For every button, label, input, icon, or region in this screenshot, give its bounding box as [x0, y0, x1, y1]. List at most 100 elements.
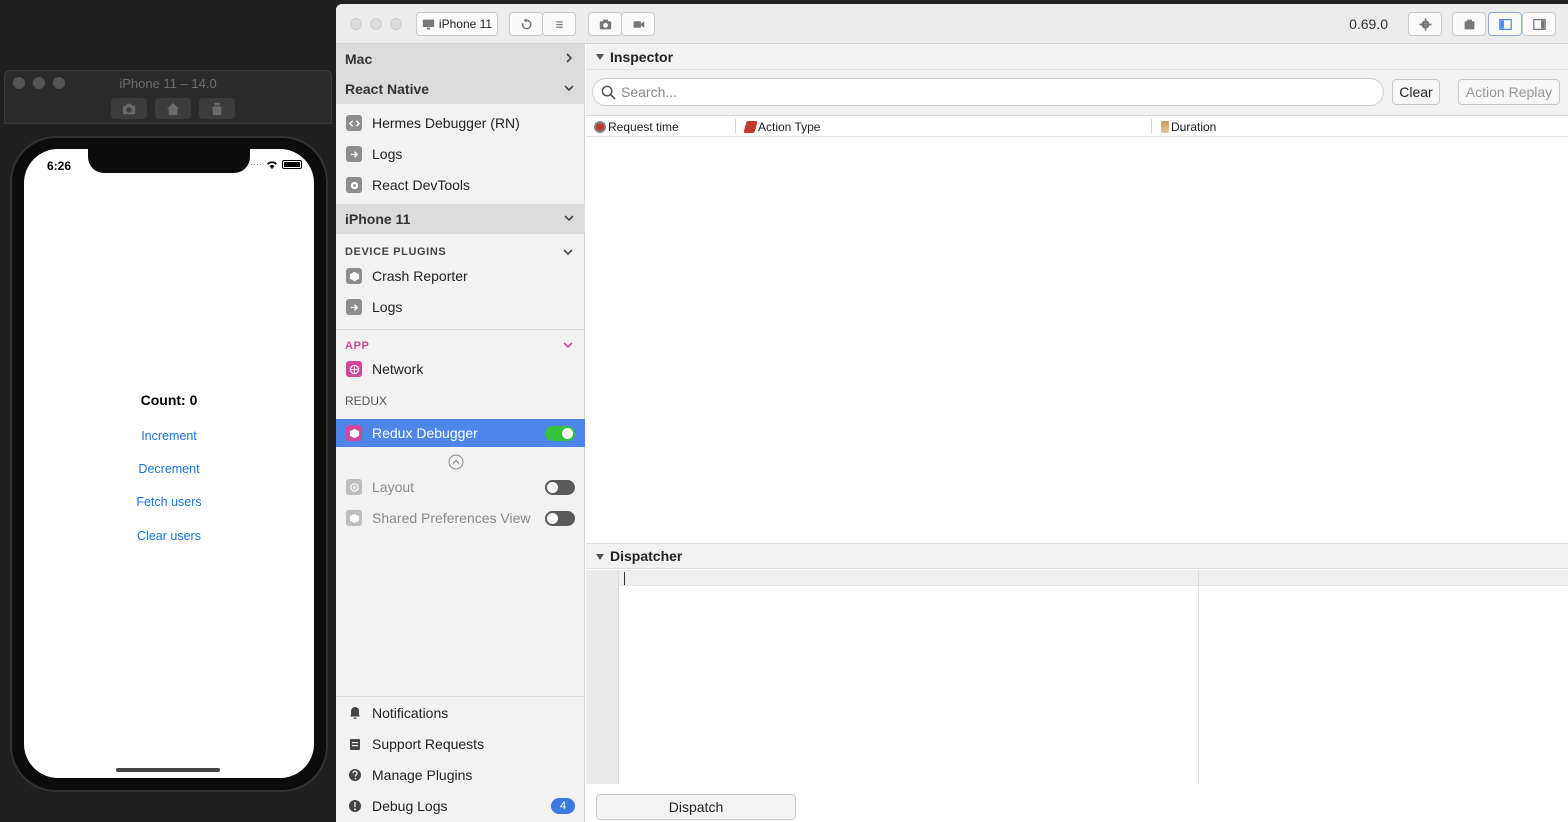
clear-button[interactable]: Clear — [1392, 79, 1440, 105]
plugin-content: Inspector Search... Clear Action Replay … — [586, 44, 1568, 822]
sidebar-item-label: React DevTools — [372, 177, 471, 193]
wifi-icon — [267, 160, 277, 169]
globe-icon — [346, 361, 362, 377]
question-icon — [349, 769, 361, 781]
notifications-item[interactable]: Notifications — [336, 698, 585, 728]
support-requests-item[interactable]: Support Requests — [336, 729, 585, 759]
window-controls[interactable] — [350, 18, 402, 30]
search-input[interactable]: Search... — [592, 78, 1384, 106]
toolbar: iPhone 11 0.69.0 — [336, 4, 1568, 44]
code-icon — [346, 115, 362, 131]
chevron-down-icon — [564, 85, 574, 92]
divider — [336, 329, 585, 330]
left-sidebar-icon — [1498, 18, 1512, 30]
settings-button[interactable] — [1408, 12, 1442, 36]
action-replay-button[interactable]: Action Replay — [1458, 79, 1560, 105]
column-separator[interactable] — [1151, 119, 1152, 133]
battery-icon — [282, 159, 302, 169]
sidebar-item-hermes-debugger[interactable]: Hermes Debugger (RN) — [336, 108, 585, 138]
shared-preferences-toggle[interactable] — [545, 511, 575, 526]
plugins-button[interactable] — [1452, 12, 1486, 36]
box-icon — [346, 268, 362, 284]
sidebar-item-network[interactable]: Network — [336, 354, 585, 384]
editor-split — [1198, 570, 1199, 784]
redux-debugger-toggle[interactable] — [545, 426, 575, 441]
dispatch-button[interactable]: Dispatch — [596, 794, 796, 820]
arrow-right-icon — [346, 146, 362, 162]
decrement-button[interactable]: Decrement — [24, 462, 314, 476]
home-icon[interactable] — [155, 98, 191, 119]
collapse-up-icon[interactable] — [448, 454, 464, 470]
column-request-time[interactable]: Request time — [594, 120, 679, 134]
section-label: React Native — [345, 81, 430, 97]
clear-users-button[interactable]: Clear users — [24, 529, 314, 543]
sidebar-item-label: Crash Reporter — [372, 268, 468, 284]
column-label: Request time — [608, 120, 679, 134]
search-placeholder: Search... — [621, 84, 678, 100]
screenshot-button[interactable] — [588, 12, 622, 36]
sidebar-item-shared-preferences[interactable]: Shared Preferences Viewer — [336, 503, 585, 533]
phone-screen: 6:26 ···· Count: 0 Increment Decrement F… — [24, 149, 314, 778]
fetch-users-button[interactable]: Fetch users — [24, 495, 314, 509]
gear-icon — [346, 177, 362, 193]
target-icon — [346, 479, 362, 495]
rotate-icon[interactable] — [199, 98, 235, 119]
collapse-triangle-icon — [596, 54, 604, 60]
sidebar-section-mac[interactable]: Mac — [336, 44, 585, 74]
sidebar-item-react-devtools[interactable]: React DevTools — [336, 170, 585, 200]
sidebar-item-rn-logs[interactable]: Logs — [336, 139, 585, 169]
app-header: APP — [345, 340, 370, 352]
divider — [336, 696, 585, 697]
sidebar-item-layout[interactable]: Layout — [336, 472, 585, 502]
section-label: Mac — [345, 51, 373, 67]
dispatcher-header[interactable]: Dispatcher — [586, 543, 1568, 569]
reload-button[interactable] — [509, 12, 543, 36]
text-cursor — [624, 572, 625, 585]
status-icons: ···· — [250, 159, 302, 169]
sidebar-item-label: Logs — [372, 299, 403, 315]
device-plugins-header: DEVICE PLUGINS — [345, 246, 447, 258]
alert-icon — [349, 800, 361, 812]
search-icon — [601, 85, 616, 100]
toggle-right-sidebar-button[interactable] — [1522, 12, 1556, 36]
debug-logs-badge: 4 — [551, 798, 575, 814]
toggle-left-sidebar-button[interactable] — [1488, 12, 1522, 36]
chevron-down-icon[interactable] — [562, 339, 574, 351]
sidebar-item-device-logs[interactable]: Logs — [336, 292, 585, 322]
record-button[interactable] — [621, 12, 655, 36]
bottom-item-label: Support Requests — [372, 736, 485, 752]
bottom-item-label: Notifications — [372, 705, 449, 721]
increment-button[interactable]: Increment — [24, 429, 314, 443]
alarm-clock-icon — [594, 121, 606, 133]
table-header: Request time Action Type Duration — [586, 116, 1568, 137]
sidebar-section-react-native[interactable]: React Native — [336, 74, 585, 104]
column-duration[interactable]: Duration — [1161, 120, 1216, 134]
chevron-down-icon[interactable] — [562, 246, 574, 258]
right-sidebar-icon — [1532, 18, 1546, 30]
column-separator[interactable] — [735, 119, 736, 133]
device-selector[interactable]: iPhone 11 — [416, 12, 498, 36]
home-indicator — [116, 768, 220, 772]
inspector-header[interactable]: Inspector — [586, 44, 1568, 70]
inspector-title: Inspector — [610, 48, 674, 65]
column-action-type[interactable]: Action Type — [743, 120, 821, 134]
debug-logs-item[interactable]: Debug Logs 4 — [336, 791, 585, 821]
sidebar-item-label: Shared Preferences Viewer — [372, 510, 531, 526]
sidebar-section-device[interactable]: iPhone 11 — [336, 204, 585, 234]
sidebar-item-label: Network — [372, 361, 424, 377]
editor-gutter — [586, 570, 619, 784]
sidebar-item-crash-reporter[interactable]: Crash Reporter — [336, 261, 585, 291]
layout-toggle[interactable] — [545, 480, 575, 495]
column-label: Duration — [1171, 120, 1217, 134]
box-icon — [1464, 19, 1474, 29]
editor-active-line[interactable] — [619, 570, 1568, 586]
screenshot-icon[interactable] — [111, 98, 147, 119]
column-label: Action Type — [758, 120, 821, 134]
menu-button[interactable] — [542, 12, 576, 36]
arrow-right-icon — [346, 299, 362, 315]
plugin-sidebar: Mac React Native Hermes Debugger (RN) Lo… — [336, 44, 585, 822]
bottom-item-label: Manage Plugins — [372, 767, 473, 783]
manage-plugins-item[interactable]: Manage Plugins — [336, 760, 585, 790]
section-label: iPhone 11 — [345, 211, 411, 227]
sidebar-item-redux-debugger[interactable]: Redux Debugger — [336, 419, 585, 447]
